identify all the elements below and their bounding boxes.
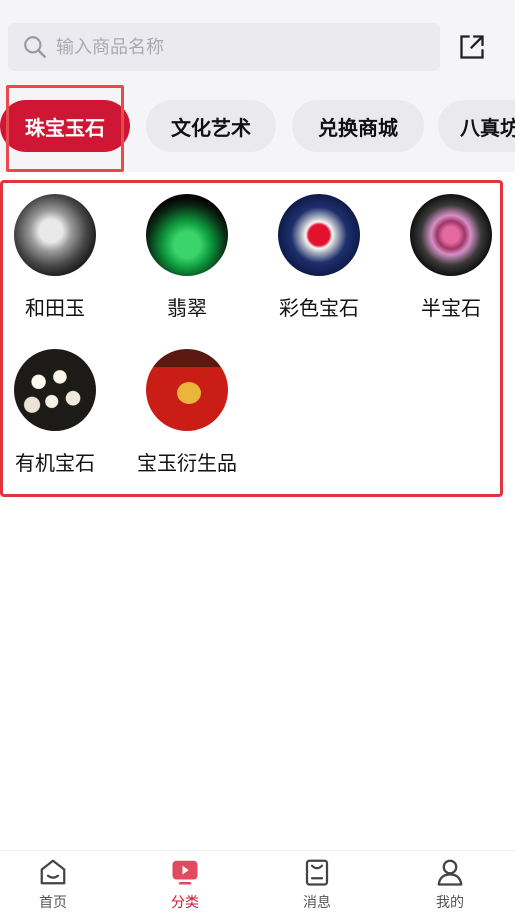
bottom-nav: 首页 分类 消息 我的 bbox=[0, 850, 515, 920]
category-jade-derivatives[interactable]: 宝玉衍生品 bbox=[121, 349, 253, 479]
colored-gemstone-image bbox=[278, 194, 360, 276]
category-hetian-jade[interactable]: 和田玉 bbox=[0, 194, 121, 324]
search-icon bbox=[24, 36, 46, 58]
semi-precious-image bbox=[410, 194, 492, 276]
hetian-jade-image bbox=[14, 194, 96, 276]
organic-gem-image bbox=[14, 349, 96, 431]
tab-bazhenfang[interactable]: 八真坊 bbox=[438, 100, 515, 152]
nav-home[interactable]: 首页 bbox=[0, 857, 117, 917]
nav-profile[interactable]: 我的 bbox=[386, 857, 514, 917]
category-tabs: 珠宝玉石 文化艺术 兑换商城 八真坊 bbox=[0, 100, 515, 154]
nav-label: 首页 bbox=[39, 895, 67, 911]
category-label: 和田玉 bbox=[25, 296, 85, 320]
search-input[interactable] bbox=[56, 36, 416, 58]
category-label: 有机宝石 bbox=[15, 451, 95, 475]
nav-label: 分类 bbox=[171, 895, 199, 911]
user-icon bbox=[437, 859, 463, 886]
category-organic-gem[interactable]: 有机宝石 bbox=[0, 349, 121, 479]
nav-label: 消息 bbox=[303, 895, 331, 911]
search-bar[interactable] bbox=[8, 23, 440, 71]
share-icon bbox=[460, 35, 484, 59]
top-section: 珠宝玉石 文化艺术 兑换商城 八真坊 bbox=[0, 0, 515, 172]
category-play-icon bbox=[172, 860, 198, 885]
nav-messages[interactable]: 消息 bbox=[253, 857, 381, 917]
category-colored-gemstone[interactable]: 彩色宝石 bbox=[253, 194, 385, 324]
jadeite-image bbox=[146, 194, 228, 276]
category-label: 宝玉衍生品 bbox=[137, 451, 237, 475]
home-icon bbox=[40, 859, 66, 885]
nav-label: 我的 bbox=[436, 895, 464, 911]
tab-jewelry-jade[interactable]: 珠宝玉石 bbox=[0, 100, 130, 152]
share-button[interactable] bbox=[456, 31, 488, 63]
category-label: 半宝石 bbox=[421, 296, 481, 320]
tab-culture-art[interactable]: 文化艺术 bbox=[146, 100, 276, 152]
category-label: 彩色宝石 bbox=[279, 296, 359, 320]
category-semi-precious[interactable]: 半宝石 bbox=[385, 194, 515, 324]
nav-category[interactable]: 分类 bbox=[121, 857, 249, 917]
subcategory-grid: 和田玉 翡翠 彩色宝石 半宝石 有机宝石 宝玉衍生品 bbox=[0, 180, 503, 497]
messages-bag-icon bbox=[305, 859, 329, 886]
jade-derivatives-image bbox=[146, 349, 228, 431]
category-label: 翡翠 bbox=[167, 296, 207, 320]
tab-exchange-mall[interactable]: 兑换商城 bbox=[292, 100, 424, 152]
category-jadeite[interactable]: 翡翠 bbox=[121, 194, 253, 324]
